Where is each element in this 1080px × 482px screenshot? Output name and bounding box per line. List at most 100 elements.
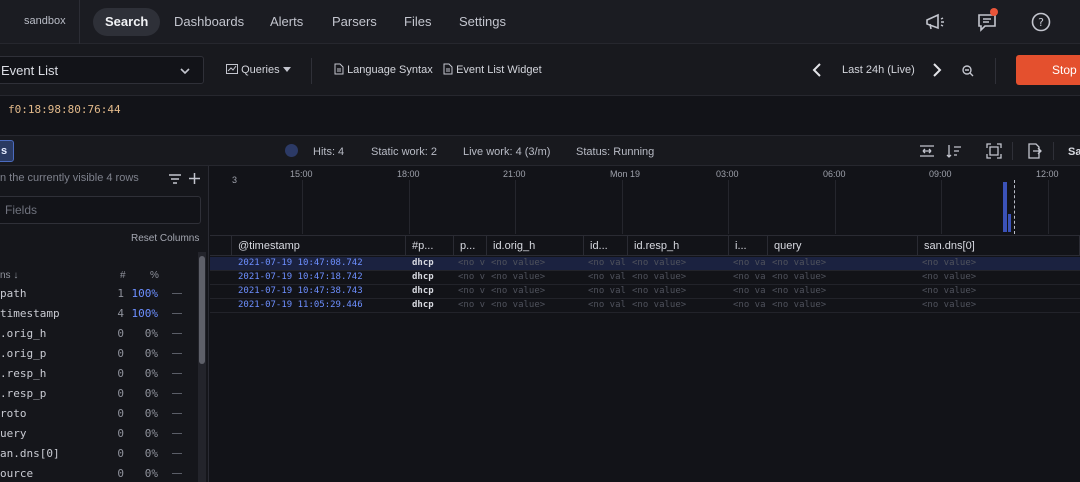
- field-percent: 0%: [144, 327, 158, 340]
- language-syntax-label: Language Syntax: [347, 64, 433, 76]
- field-row[interactable]: .resp_p 0 0%: [0, 384, 196, 404]
- field-row[interactable]: an.dns[0] 0 0%: [0, 444, 196, 464]
- column-header-label: query: [774, 240, 802, 252]
- field-row[interactable]: .resp_h 0 0%: [0, 364, 196, 384]
- cell-no-value: <no val: [733, 258, 766, 268]
- field-row[interactable]: roto 0 0%: [0, 404, 196, 424]
- fields-panel-tab[interactable]: s: [0, 140, 14, 162]
- field-name: .resp_h: [0, 367, 47, 380]
- field-more-icon[interactable]: [172, 393, 182, 394]
- queries-button[interactable]: Queries: [226, 63, 291, 79]
- field-more-icon[interactable]: [172, 373, 182, 374]
- help-icon[interactable]: ?: [1030, 11, 1052, 33]
- sort-icon[interactable]: [946, 143, 962, 159]
- nav-search[interactable]: Search: [93, 8, 161, 36]
- nav-parsers[interactable]: Parsers: [320, 8, 389, 36]
- field-row[interactable]: .orig_h 0 0%: [0, 324, 196, 344]
- table-row[interactable]: 2021-07-19 10:47:18.742 dhcp <no v <no valu…: [210, 271, 1080, 285]
- stop-button[interactable]: Stop: [1016, 55, 1080, 85]
- cell-no-value: <no value>: [491, 286, 546, 296]
- column-header[interactable]: id...: [584, 236, 628, 256]
- nav-files[interactable]: Files: [392, 8, 443, 36]
- cell-no-value: <no value>: [772, 286, 827, 296]
- column-header-label: #p...: [412, 240, 434, 252]
- field-more-icon[interactable]: [172, 333, 182, 334]
- table-row[interactable]: 2021-07-19 10:47:08.742 dhcp <no v <no valu…: [210, 257, 1080, 271]
- field-more-icon[interactable]: [172, 353, 182, 354]
- cell-no-value: <no value>: [922, 300, 977, 310]
- field-more-icon[interactable]: [172, 433, 182, 434]
- field-more-icon[interactable]: [172, 453, 182, 454]
- field-row[interactable]: path 1 100%: [0, 284, 196, 304]
- cell-no-value: <no val: [588, 300, 626, 310]
- field-more-icon[interactable]: [172, 293, 182, 294]
- time-range[interactable]: Last 24h (Live): [842, 64, 915, 76]
- fields-sidebar: n the currently visible 4 rows Fields Re…: [0, 166, 209, 482]
- cell-no-value: <no value>: [772, 272, 827, 282]
- add-icon[interactable]: [188, 172, 201, 185]
- fit-columns-icon[interactable]: [919, 143, 935, 159]
- cell-no-value: <no val: [588, 272, 626, 282]
- filter-icon[interactable]: [168, 173, 182, 185]
- column-header[interactable]: @timestamp: [232, 236, 406, 256]
- query-text[interactable]: f0:18:98:80:76:44: [8, 103, 121, 116]
- field-name: .resp_p: [0, 387, 47, 400]
- field-row[interactable]: ource 0 0%: [0, 464, 196, 482]
- cell-timestamp: 2021-07-19 10:47:38.743: [238, 286, 363, 296]
- fields-header-count[interactable]: #: [120, 270, 126, 281]
- nav-settings[interactable]: Settings: [447, 8, 518, 36]
- document-icon: [443, 63, 453, 75]
- field-row[interactable]: timestamp 4 100%: [0, 304, 196, 324]
- fields-filter-input[interactable]: Fields: [0, 196, 201, 224]
- field-row[interactable]: uery 0 0%: [0, 424, 196, 444]
- widget-type-select[interactable]: Event List: [0, 56, 204, 84]
- field-count: 0: [117, 327, 124, 340]
- query-toolbar: Event List Queries Language Syntax Event…: [0, 44, 1080, 96]
- cell-timestamp: 2021-07-19 11:05:29.446: [238, 300, 363, 310]
- timeline-tick-label: 09:00: [929, 169, 952, 179]
- chevron-left-icon[interactable]: [812, 63, 822, 77]
- field-row[interactable]: .orig_p 0 0%: [0, 344, 196, 364]
- cell-no-value: <no val: [733, 300, 766, 310]
- event-list-widget-button[interactable]: Event List Widget: [443, 63, 542, 79]
- column-header[interactable]: id.orig_h: [487, 236, 584, 256]
- nav-alerts[interactable]: Alerts: [258, 8, 315, 36]
- field-more-icon[interactable]: [172, 413, 182, 414]
- chevron-down-icon: [180, 68, 190, 75]
- chevron-right-icon[interactable]: [932, 63, 942, 77]
- fields-header-percent[interactable]: %: [150, 270, 159, 281]
- fields-header-name[interactable]: ns ↓: [0, 270, 18, 281]
- event-timeline[interactable]: 3 15:00 18:00 21:00 Mon 19 03:00 06:00 09:00 12…: [210, 166, 1080, 236]
- save-button-truncated[interactable]: Sa: [1068, 146, 1080, 158]
- query-editor[interactable]: f0:18:98:80:76:44: [0, 96, 1080, 136]
- table-row[interactable]: 2021-07-19 10:47:38.743 dhcp <no v <no valu…: [210, 285, 1080, 299]
- column-header-label: p...: [460, 240, 476, 252]
- fullscreen-icon[interactable]: [986, 143, 1002, 159]
- nav-dashboards[interactable]: Dashboards: [162, 8, 256, 36]
- event-list-widget-label: Event List Widget: [456, 64, 542, 76]
- column-header[interactable]: i...: [729, 236, 768, 256]
- field-more-icon[interactable]: [172, 313, 182, 314]
- announcement-icon[interactable]: [924, 11, 946, 33]
- event-list-table: @timestamp #p... p... id.orig_h id... id.resp…: [210, 236, 1080, 482]
- reset-columns-button[interactable]: Reset Columns: [131, 233, 199, 244]
- static-work: Static work: 2: [371, 146, 438, 158]
- column-header[interactable]: p...: [454, 236, 487, 256]
- column-header[interactable]: id.resp_h: [628, 236, 729, 256]
- timeline-tick-label: Mon 19: [610, 169, 641, 179]
- zoom-out-icon[interactable]: [962, 65, 974, 77]
- field-name: timestamp: [0, 307, 60, 320]
- query-status: Status: Running: [576, 146, 655, 158]
- column-header[interactable]: #p...: [406, 236, 454, 256]
- status-divider: [1053, 142, 1054, 160]
- timeline-bar[interactable]: [1003, 182, 1007, 232]
- field-more-icon[interactable]: [172, 473, 182, 474]
- repository-selector[interactable]: sandbox: [0, 0, 80, 44]
- table-row[interactable]: 2021-07-19 11:05:29.446 dhcp <no v <no valu…: [210, 299, 1080, 313]
- timeline-bar[interactable]: [1008, 214, 1011, 232]
- export-icon[interactable]: [1026, 143, 1042, 159]
- language-syntax-button[interactable]: Language Syntax: [334, 63, 433, 79]
- column-header[interactable]: query: [768, 236, 918, 256]
- sidebar-scrollbar-thumb[interactable]: [199, 256, 205, 364]
- column-header[interactable]: san.dns[0]: [918, 236, 1080, 256]
